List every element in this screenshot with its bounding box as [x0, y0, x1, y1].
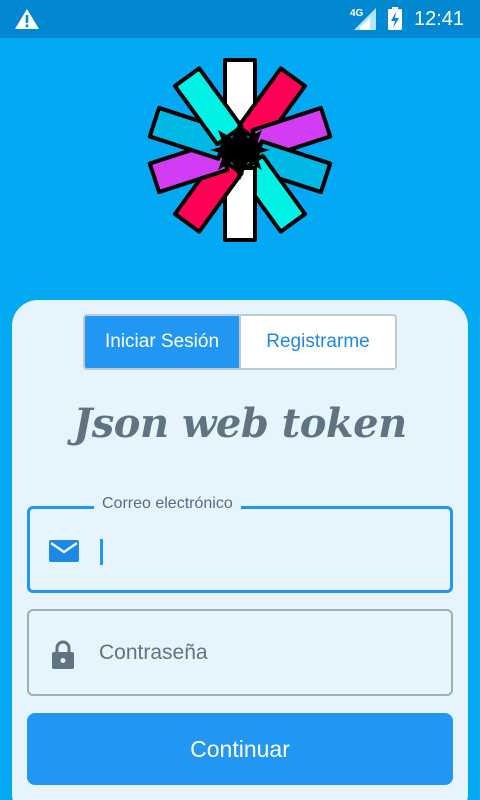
- password-placeholder: Contraseña: [99, 641, 208, 664]
- auth-tab-switcher: Iniciar Sesión Registrarme: [83, 314, 397, 370]
- lock-icon: [52, 640, 74, 669]
- tab-register[interactable]: Registrarme: [239, 316, 395, 368]
- continue-button[interactable]: Continuar: [27, 713, 453, 785]
- email-field-label: Correo electrónico: [94, 495, 241, 513]
- warning-icon: [15, 9, 39, 29]
- email-input-caret: [100, 539, 103, 565]
- jwt-logo: [147, 58, 333, 242]
- status-bar: 4G 12:41: [0, 0, 480, 38]
- network-type-label: 4G: [350, 8, 364, 19]
- email-icon: [49, 540, 79, 562]
- tab-login[interactable]: Iniciar Sesión: [85, 316, 239, 368]
- email-field[interactable]: Correo electrónico: [27, 495, 453, 593]
- password-field[interactable]: Contraseña: [27, 609, 453, 696]
- app-title: Json web token: [73, 400, 407, 447]
- status-clock: 12:41: [414, 8, 465, 30]
- battery-charging-icon: [388, 7, 402, 30]
